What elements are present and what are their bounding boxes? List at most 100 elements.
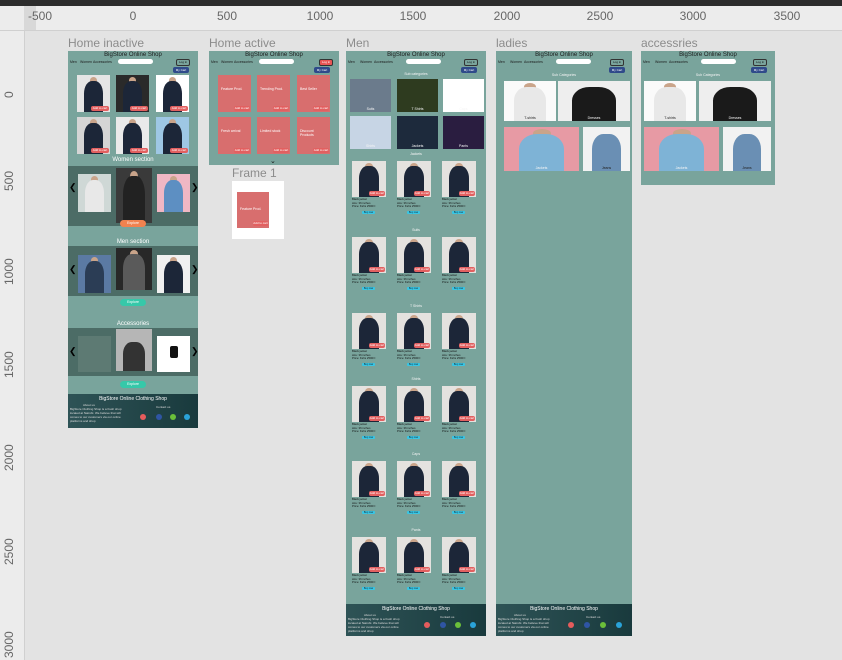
- nav-accessories[interactable]: Accessories: [669, 60, 688, 64]
- buy-now-button[interactable]: Buy now: [407, 511, 420, 514]
- add-to-cart-button[interactable]: Add to cart: [459, 416, 475, 421]
- ladies-tile-tshirts[interactable]: T-shirts: [504, 81, 556, 121]
- search-input[interactable]: [406, 59, 441, 64]
- nav-men[interactable]: Men: [498, 60, 505, 64]
- buy-now-button[interactable]: Buy now: [452, 363, 465, 366]
- buy-now-button[interactable]: Buy now: [407, 211, 420, 214]
- accessories-tile[interactable]: Dresses: [699, 81, 771, 121]
- product-image[interactable]: Add to cart: [352, 537, 386, 573]
- chevron-left-icon[interactable]: ❮: [69, 264, 77, 275]
- buy-now-button[interactable]: Buy now: [362, 211, 375, 214]
- women-carousel-image[interactable]: [116, 168, 152, 223]
- ladies-tile-jeans[interactable]: Jeans: [583, 127, 630, 171]
- accessories-carousel-image[interactable]: [78, 336, 111, 372]
- add-to-cart-button[interactable]: Add to cart: [170, 148, 188, 153]
- nav-men[interactable]: Men: [348, 60, 355, 64]
- add-to-cart-button[interactable]: Add to cart: [414, 267, 430, 272]
- mail-icon[interactable]: [140, 414, 146, 420]
- explore-men-button[interactable]: Explore: [120, 299, 146, 306]
- subcategory-thumb[interactable]: Jackets: [397, 116, 438, 149]
- add-to-cart-button[interactable]: Add to cart: [273, 148, 289, 153]
- add-to-cart-button[interactable]: Add to cart: [313, 106, 329, 111]
- nav-women[interactable]: Women: [510, 60, 522, 64]
- add-to-cart-button[interactable]: Add to cart: [170, 106, 188, 111]
- men-carousel-image[interactable]: [78, 255, 111, 293]
- add-to-cart-button[interactable]: Add to cart: [414, 191, 430, 196]
- facebook-icon[interactable]: [584, 622, 590, 628]
- product-card[interactable]: Add to cart: [116, 117, 149, 154]
- men-carousel-image[interactable]: [157, 255, 190, 293]
- twitter-icon[interactable]: [470, 622, 476, 628]
- buy-now-button[interactable]: Buy now: [407, 436, 420, 439]
- frame-title-home-active[interactable]: Home active: [209, 36, 276, 50]
- product-card[interactable]: Add to cart: [77, 117, 110, 154]
- nav-accessories[interactable]: Accessories: [234, 60, 253, 64]
- twitter-icon[interactable]: [184, 414, 190, 420]
- frame-title-men[interactable]: Men: [346, 36, 369, 50]
- buy-now-button[interactable]: Buy now: [452, 211, 465, 214]
- login-button[interactable]: Log in: [319, 59, 334, 66]
- add-to-cart-button[interactable]: Add to cart: [459, 343, 475, 348]
- chevron-down-icon[interactable]: ⌄: [270, 157, 276, 165]
- add-to-cart-button[interactable]: Add to cart: [369, 191, 385, 196]
- promo-card[interactable]: Fresh arrival Add to cart: [218, 117, 251, 154]
- product-image[interactable]: Add to cart: [397, 237, 431, 273]
- buy-now-button[interactable]: Buy now: [362, 287, 375, 290]
- pink-card[interactable]: Feature Prod. Add to cart: [237, 192, 269, 228]
- accessories-tile[interactable]: Jackets: [644, 127, 719, 171]
- product-image[interactable]: Add to cart: [352, 386, 386, 422]
- nav-men[interactable]: Men: [70, 60, 77, 64]
- product-image[interactable]: Add to cart: [442, 461, 476, 497]
- ladies-tile-jackets[interactable]: Jackets: [504, 127, 579, 171]
- mail-icon[interactable]: [568, 622, 574, 628]
- cart-button[interactable]: My Cart: [314, 67, 330, 73]
- ladies-tile-dresses[interactable]: Dresses: [558, 81, 630, 121]
- frame-title-frame1[interactable]: Frame 1: [232, 166, 277, 180]
- product-image[interactable]: Add to cart: [442, 386, 476, 422]
- accessories-tile[interactable]: T-shirts: [644, 81, 696, 121]
- buy-now-button[interactable]: Buy now: [362, 363, 375, 366]
- add-to-cart-button[interactable]: Add to cart: [459, 191, 475, 196]
- buy-now-button[interactable]: Buy now: [452, 587, 465, 590]
- nav-accessories[interactable]: Accessories: [93, 60, 112, 64]
- subcategory-thumb[interactable]: Pants: [443, 116, 484, 149]
- subcategory-thumb[interactable]: Caps: [443, 79, 484, 112]
- mail-icon[interactable]: [424, 622, 430, 628]
- frame1[interactable]: Feature Prod. Add to cart: [232, 181, 284, 239]
- frame-title-ladies[interactable]: ladies: [496, 36, 527, 50]
- add-to-cart-button[interactable]: Add to cart: [369, 343, 385, 348]
- buy-now-button[interactable]: Buy now: [452, 287, 465, 290]
- nav-women[interactable]: Women: [80, 60, 92, 64]
- product-image[interactable]: Add to cart: [397, 386, 431, 422]
- product-image[interactable]: Add to cart: [352, 313, 386, 349]
- add-to-cart-button[interactable]: Add to cart: [130, 148, 148, 153]
- add-to-cart-button[interactable]: Add to cart: [414, 343, 430, 348]
- promo-card[interactable]: Limited stock Add to cart: [257, 117, 290, 154]
- ladies-frame[interactable]: BigStore Online Shop Men Women Accessori…: [496, 51, 632, 636]
- search-input[interactable]: [259, 59, 294, 64]
- add-to-cart-button[interactable]: Add to cart: [369, 267, 385, 272]
- add-to-cart-button[interactable]: Add to cart: [459, 491, 475, 496]
- subcategory-thumb[interactable]: Shirts: [350, 116, 391, 149]
- facebook-icon[interactable]: [156, 414, 162, 420]
- promo-card[interactable]: Best Seller Add to cart: [297, 75, 330, 112]
- add-to-cart-button[interactable]: Add to cart: [130, 106, 148, 111]
- login-button[interactable]: Log in: [176, 59, 191, 66]
- women-carousel-image[interactable]: [78, 174, 111, 212]
- buy-now-button[interactable]: Buy now: [407, 587, 420, 590]
- nav-men[interactable]: Men: [643, 60, 650, 64]
- whatsapp-icon[interactable]: [170, 414, 176, 420]
- subcategory-thumb[interactable]: Suits: [350, 79, 391, 112]
- accessories-frame[interactable]: BigStore Online Shop Men Women Accessori…: [641, 51, 775, 185]
- buy-now-button[interactable]: Buy now: [362, 436, 375, 439]
- product-image[interactable]: Add to cart: [397, 161, 431, 197]
- add-to-cart-button[interactable]: Add to cart: [369, 567, 385, 572]
- facebook-icon[interactable]: [440, 622, 446, 628]
- product-image[interactable]: Add to cart: [442, 161, 476, 197]
- add-to-cart-button[interactable]: Add to cart: [313, 148, 329, 153]
- twitter-icon[interactable]: [616, 622, 622, 628]
- buy-now-button[interactable]: Buy now: [362, 587, 375, 590]
- accessories-carousel-image[interactable]: [116, 329, 152, 371]
- frame-title-accessories[interactable]: accessries: [641, 36, 698, 50]
- buy-now-button[interactable]: Buy now: [452, 511, 465, 514]
